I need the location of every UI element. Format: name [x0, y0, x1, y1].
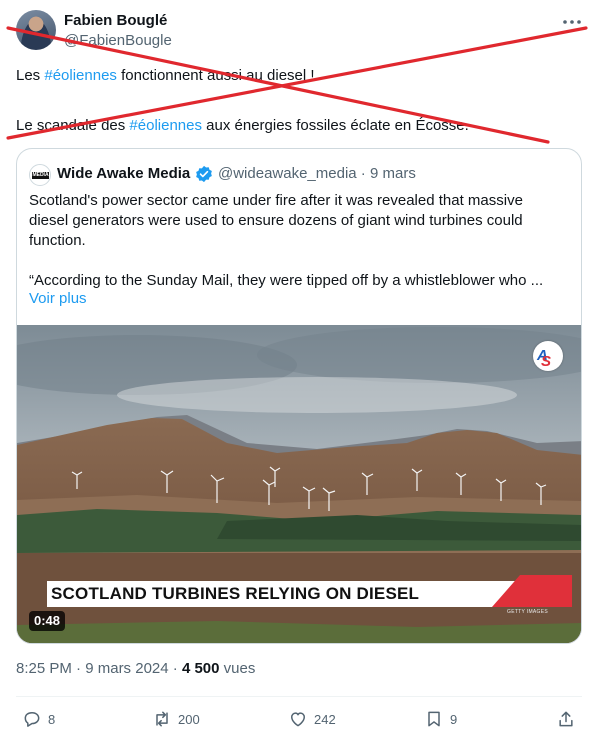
bookmark-icon — [428, 711, 440, 727]
hashtag-link[interactable]: #éoliennes — [44, 67, 117, 84]
tweet-line-2: Le scandale des #éoliennes aux énergies … — [16, 117, 469, 134]
share-button[interactable] — [556, 708, 582, 730]
reply-icon — [24, 712, 40, 727]
quoted-tweet-date[interactable]: 9 mars — [370, 165, 416, 182]
repost-count: 200 — [178, 711, 200, 727]
quoted-tweet-text: Scotland's power sector came under fire … — [29, 192, 544, 289]
image-credit: GETTY IMAGES — [507, 609, 549, 615]
bookmark-count: 9 — [450, 711, 458, 727]
divider — [16, 696, 582, 697]
quoted-author-name[interactable]: Wide Awake Media — [57, 165, 190, 182]
author-avatar[interactable] — [16, 10, 56, 50]
hashtag-link[interactable]: #éoliennes — [129, 117, 202, 134]
like-button[interactable]: 242 — [288, 708, 336, 730]
video-caption-banner: SCOTLAND TURBINES RELYING ON DIESEL — [47, 575, 572, 607]
more-options-icon[interactable] — [560, 10, 584, 34]
quoted-tweet-card[interactable]: MEDIA Wide Awake Media @wideawake_media … — [16, 148, 582, 644]
quoted-author-avatar[interactable]: MEDIA — [29, 164, 51, 186]
reply-button[interactable]: 8 — [22, 708, 55, 730]
heart-icon — [291, 712, 305, 727]
share-icon — [559, 711, 573, 727]
channel-logo: SA — [533, 341, 563, 371]
tweet-text: Les #éoliennes fonctionnent aussi au die… — [16, 66, 576, 134]
video-caption-text: SCOTLAND TURBINES RELYING ON DIESEL — [51, 584, 420, 603]
bookmark-button[interactable]: 9 — [424, 708, 457, 730]
reply-count: 8 — [48, 711, 56, 727]
read-more-link[interactable]: Voir plus — [29, 290, 87, 307]
tweet-timestamp[interactable]: 8:25 PM · 9 mars 2024 — [16, 660, 169, 677]
quoted-author-handle: @wideawake_media · 9 mars — [218, 165, 416, 182]
tweet-line-1: Les #éoliennes fonctionnent aussi au die… — [16, 67, 315, 84]
repost-icon — [156, 711, 168, 727]
author-name[interactable]: Fabien Bouglé — [64, 12, 167, 29]
verified-badge-icon — [196, 165, 212, 183]
like-count: 242 — [314, 711, 336, 727]
tweet-metadata: 8:25 PM · 9 mars 2024 · 4 500 vues — [16, 660, 256, 677]
video-player[interactable]: SA SCOTLAND TURBINES RELYING ON DIESEL G… — [17, 325, 581, 643]
video-duration: 0:48 — [29, 611, 66, 631]
author-handle[interactable]: @FabienBougle — [64, 32, 172, 49]
repost-button[interactable]: 200 — [152, 708, 200, 730]
view-count: 4 500 — [181, 660, 220, 677]
